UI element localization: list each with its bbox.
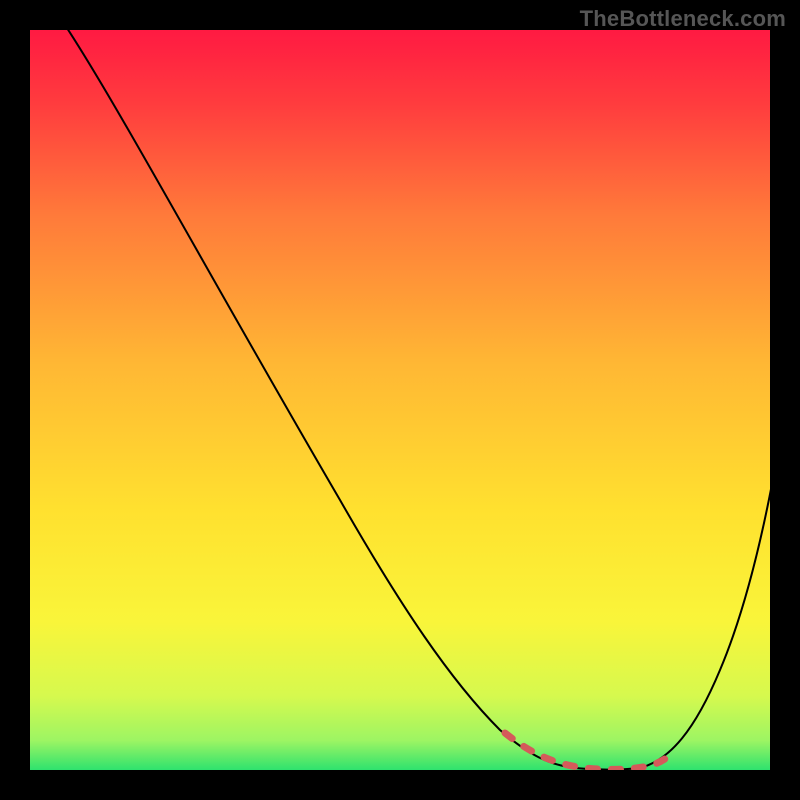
gradient-background [30, 30, 770, 770]
chart-frame: TheBottleneck.com [0, 0, 800, 800]
watermark-label: TheBottleneck.com [580, 6, 786, 32]
plot-area [30, 30, 770, 770]
chart-svg [30, 30, 770, 770]
